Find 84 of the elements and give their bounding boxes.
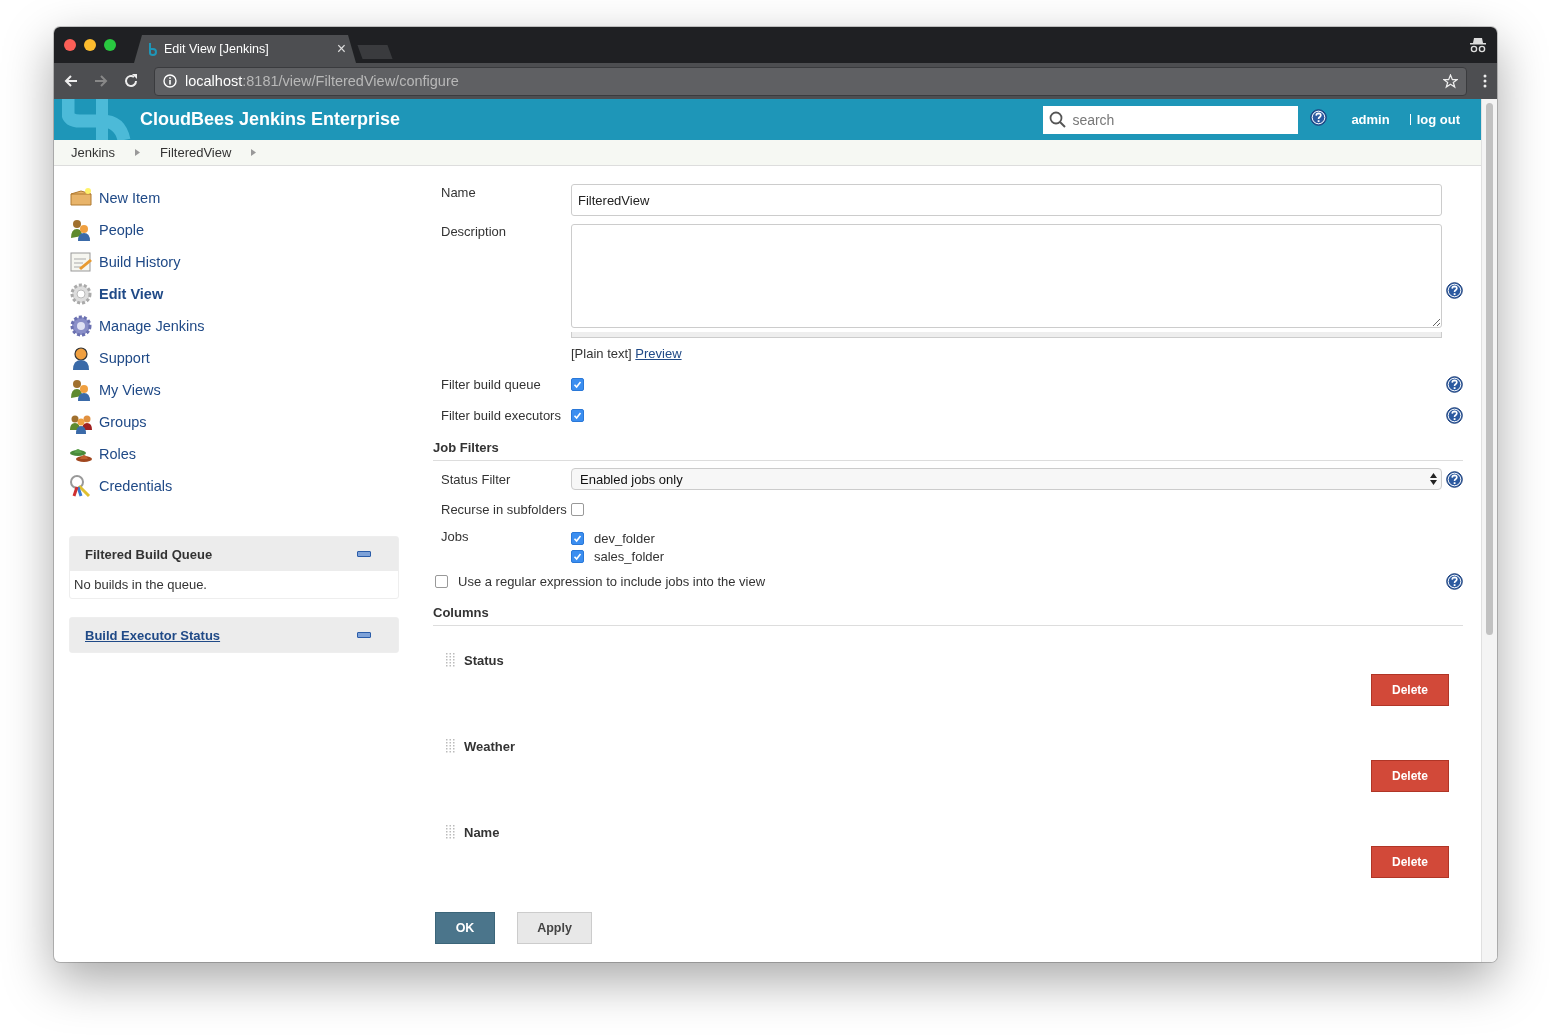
browser-tab[interactable]: Edit View [Jenkins] × <box>134 35 356 63</box>
sidebar-item[interactable]: Credentials <box>69 470 399 502</box>
star-icon[interactable] <box>1443 73 1458 89</box>
column-name: Weather <box>464 738 516 754</box>
scrollbar-thumb[interactable] <box>1486 103 1493 635</box>
breadcrumb-link[interactable]: FilteredView <box>160 145 232 160</box>
field-label: Filter build queue <box>440 377 542 392</box>
sidebar-item[interactable]: Roles <box>69 438 399 470</box>
sidebar-item[interactable]: Support <box>69 342 399 374</box>
keys-icon <box>69 474 93 498</box>
notepad-icon <box>69 250 93 274</box>
field-label: Filter build executors <box>440 408 562 423</box>
column-name: Status <box>464 652 504 668</box>
checkbox[interactable] <box>571 503 584 516</box>
sidebar-item[interactable]: Groups <box>69 406 399 438</box>
field-label: Recurse in subfolders <box>440 502 568 517</box>
breadcrumb-link[interactable]: Jenkins <box>71 145 116 160</box>
checkbox[interactable] <box>571 378 584 391</box>
help-icon[interactable] <box>1446 282 1463 299</box>
tab-title: Edit View [Jenkins] <box>164 42 270 56</box>
forward-icon[interactable] <box>94 74 108 88</box>
panel-text: No builds in the queue. <box>73 576 208 594</box>
checkbox-label: Use a regular expression to include jobs into the view <box>458 574 767 589</box>
job-label: sales_folder <box>594 548 665 564</box>
incognito-icon <box>1469 37 1487 53</box>
sidebar-item[interactable]: Manage Jenkins <box>69 310 399 342</box>
delete-button[interactable]: Delete <box>1371 760 1449 792</box>
search-icon <box>1049 111 1067 128</box>
column-name: Name <box>464 824 500 840</box>
drag-handle-icon[interactable] <box>445 652 456 668</box>
caret-icon[interactable] <box>251 149 257 156</box>
help-icon[interactable] <box>1310 109 1328 126</box>
sidebar-item[interactable]: Build History <box>69 246 399 278</box>
people-icon <box>69 218 93 242</box>
dropdown-arrows-icon <box>1430 473 1437 485</box>
section-heading: Columns <box>433 605 1463 626</box>
gear-icon <box>69 314 93 338</box>
ok-button[interactable]: OK <box>435 912 495 944</box>
sidebar-item[interactable]: People <box>69 214 399 246</box>
close-window-button[interactable] <box>64 39 76 51</box>
status-filter-dropdown[interactable]: Enabled jobs only <box>571 468 1442 490</box>
delete-button[interactable]: Delete <box>1371 674 1449 706</box>
preview-link[interactable]: Preview <box>635 346 682 361</box>
section-heading: Job Filters <box>433 440 1463 461</box>
apply-button[interactable]: Apply <box>517 912 592 944</box>
checkbox[interactable] <box>571 409 584 422</box>
delete-button[interactable]: Delete <box>1371 846 1449 878</box>
people-icon <box>69 378 93 402</box>
description-field[interactable] <box>571 224 1442 328</box>
format-note: [Plain text] Preview <box>571 346 683 361</box>
checkbox[interactable] <box>571 531 584 545</box>
search-field[interactable]: search <box>1043 105 1299 134</box>
checkbox[interactable] <box>435 575 448 588</box>
field-label: Status Filter <box>440 471 512 487</box>
panel-title: Filtered Build Queue <box>85 546 214 562</box>
sidebar-item[interactable]: My Views <box>69 374 399 406</box>
help-icon[interactable] <box>1446 376 1463 393</box>
sidebar-item[interactable]: Edit View <box>69 278 399 310</box>
tab-close-button[interactable]: × <box>336 40 346 58</box>
field-label: Jobs <box>440 529 470 544</box>
job-label: dev_folder <box>594 530 655 546</box>
sidebar-item[interactable]: New Item <box>69 182 399 214</box>
reload-icon[interactable] <box>124 74 138 88</box>
favicon-icon <box>148 42 158 56</box>
help-icon[interactable] <box>1446 407 1463 424</box>
field-label: Name <box>440 184 477 200</box>
collapse-icon[interactable] <box>357 632 371 638</box>
name-field[interactable]: FilteredView <box>571 184 1442 216</box>
back-icon[interactable] <box>64 74 78 88</box>
help-icon[interactable] <box>1446 470 1463 488</box>
address-bar[interactable]: localhost:8181/view/FilteredView/configure <box>154 66 1467 96</box>
drag-handle-icon[interactable] <box>445 824 456 840</box>
collapse-icon[interactable] <box>357 551 371 557</box>
maximize-window-button[interactable] <box>104 39 116 51</box>
caret-icon[interactable] <box>135 149 141 156</box>
gear-icon <box>69 282 93 306</box>
resize-handle[interactable] <box>571 332 1442 338</box>
field-label: Description <box>440 224 508 239</box>
help-icon[interactable] <box>1446 573 1463 590</box>
checkbox[interactable] <box>571 549 584 563</box>
info-icon[interactable] <box>163 74 177 88</box>
menu-icon[interactable] <box>1483 74 1487 88</box>
drag-handle-icon[interactable] <box>445 738 456 754</box>
minimize-window-button[interactable] <box>84 39 96 51</box>
